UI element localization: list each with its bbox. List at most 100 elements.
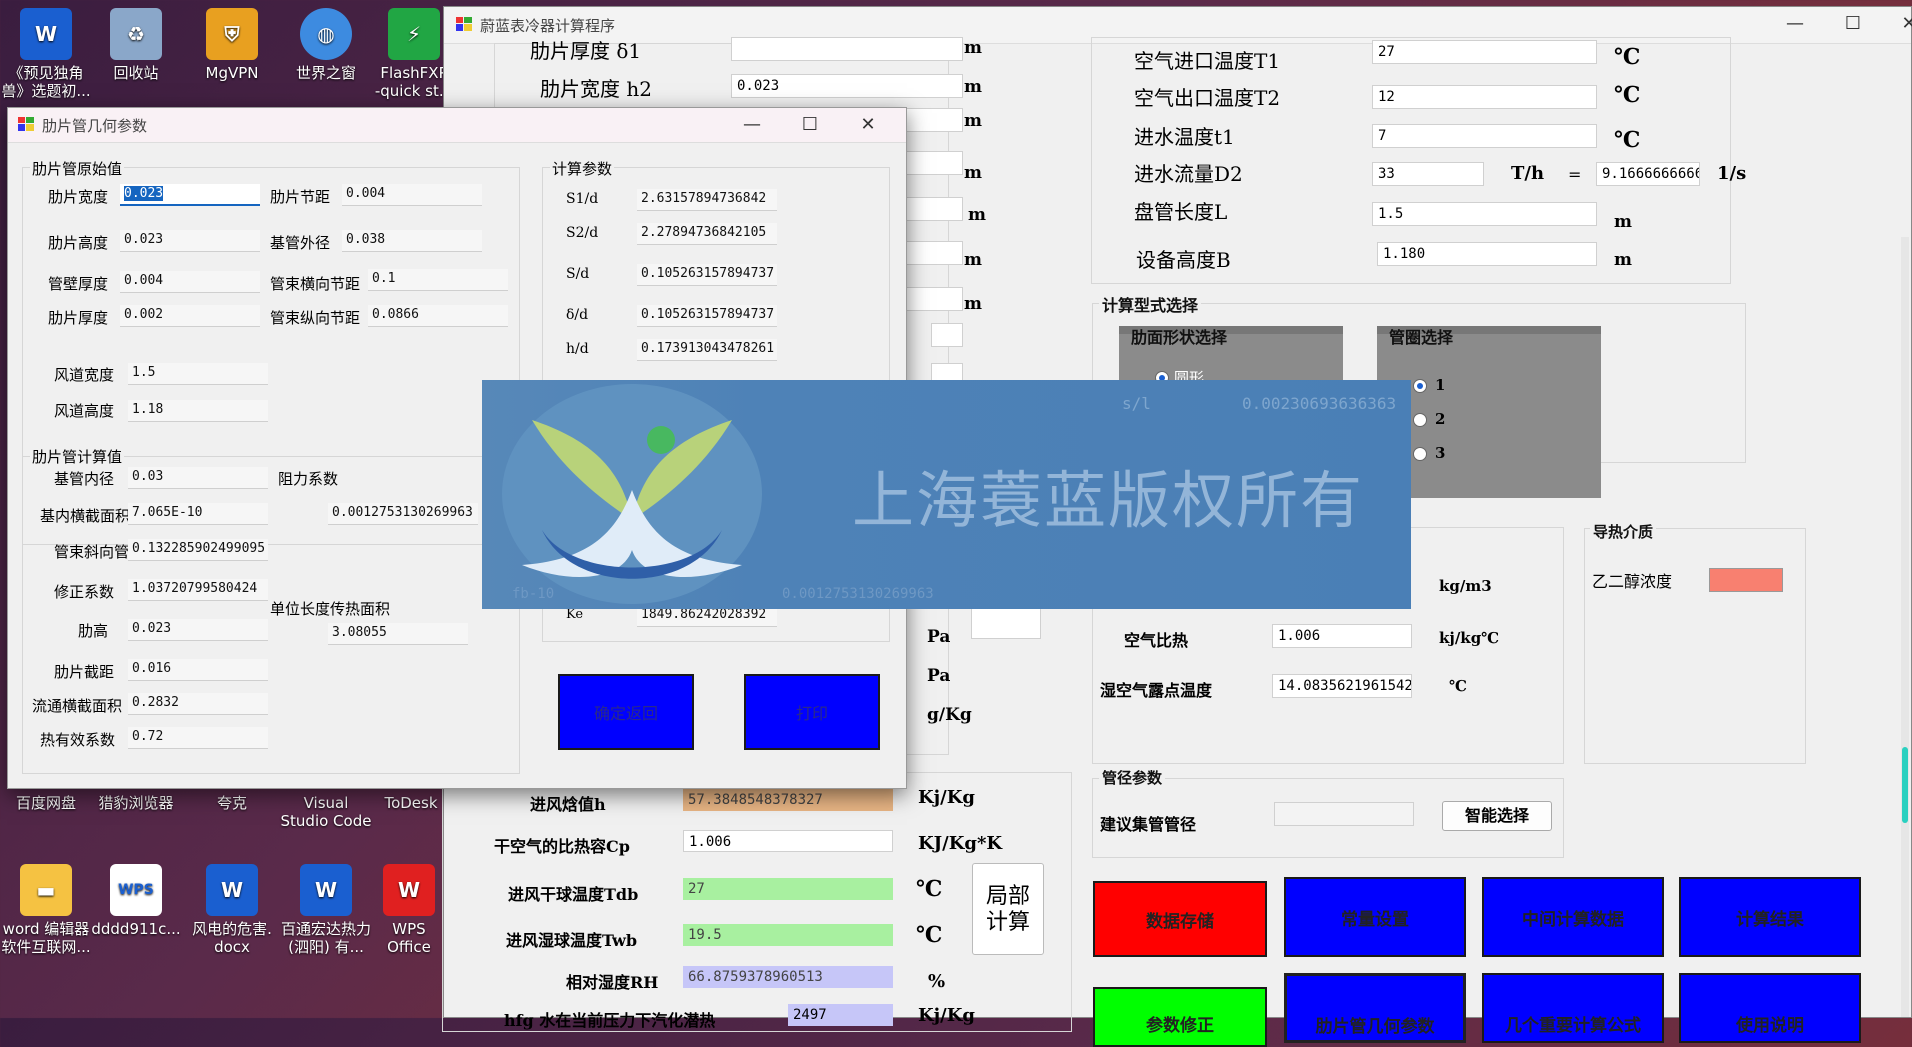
calc-label: 热有效系数 xyxy=(40,731,116,749)
calc-result-button[interactable]: 计算结果 xyxy=(1679,877,1861,957)
company-logo xyxy=(502,384,762,604)
orig-field[interactable]: 1.18 xyxy=(128,400,268,422)
orig-field[interactable]: 1.5 xyxy=(128,363,268,385)
orig-field[interactable]: 0.004 xyxy=(120,271,260,293)
air-specific-heat-field[interactable]: 1.006 xyxy=(1272,624,1412,648)
instructions-button[interactable]: 使用说明 xyxy=(1679,973,1861,1043)
dialog-minimize-button[interactable]: — xyxy=(732,112,772,138)
close-button[interactable]: ✕ xyxy=(1889,11,1912,37)
desktop-icon-label: 猎豹浏览器 xyxy=(98,794,174,812)
param-field[interactable] xyxy=(931,323,963,347)
desktop-icon[interactable]: W 百通宏达热力 (泗阳) 有... xyxy=(276,864,376,956)
twb-label: 进风湿球温度Twb xyxy=(506,931,638,950)
tdb-label: 进风干球温度Tdb xyxy=(508,885,639,904)
desktop-icon-label: 百度网盘 xyxy=(15,794,76,812)
glycol-color-swatch[interactable] xyxy=(1709,568,1783,592)
resist-field[interactable]: 0.0012753130269963 xyxy=(328,503,478,525)
glycol-label: 乙二醇浓度 xyxy=(1592,572,1673,591)
desktop-icon[interactable]: WPS dddd911c... xyxy=(90,864,182,938)
param-field[interactable]: 0.173913043478261 xyxy=(637,339,777,361)
param-field[interactable]: 33 xyxy=(1372,162,1484,186)
param-field[interactable]: 2.27894736842105 xyxy=(637,223,777,245)
param-field[interactable]: 0.105263157894737 xyxy=(637,305,777,327)
fin-width-field[interactable]: 0.023 xyxy=(120,184,260,206)
desktop-icon[interactable]: ⛨ MgVPN xyxy=(186,8,278,82)
formulas-button[interactable]: 几个重要计算公式 xyxy=(1482,973,1664,1043)
param-field[interactable]: 2.63157894736842 xyxy=(637,189,777,211)
param-field[interactable]: 27 xyxy=(1372,40,1597,64)
rh-unit: % xyxy=(928,971,946,992)
param-field[interactable]: 1.180 xyxy=(1377,242,1597,266)
desktop-icon[interactable]: W WPS Office xyxy=(376,864,442,956)
unit-area-field[interactable]: 3.08055 xyxy=(328,623,468,645)
tdb-field[interactable]: 27 xyxy=(683,878,893,900)
orig-field[interactable]: 0.004 xyxy=(342,184,482,206)
calc-field[interactable]: 0.72 xyxy=(128,727,268,749)
loop-radio-3[interactable] xyxy=(1413,447,1427,461)
loop-radio-2[interactable] xyxy=(1413,413,1427,427)
param-correct-button[interactable]: 参数修正 xyxy=(1093,987,1267,1047)
param-unit: m xyxy=(964,77,982,97)
calc-field[interactable]: 0.132285902499095 xyxy=(128,539,268,561)
param-field[interactable]: 7 xyxy=(1372,124,1597,148)
vpn-icon: ⛨ xyxy=(206,8,258,60)
param-label: Ke xyxy=(566,607,584,622)
scrollbar-thumb[interactable] xyxy=(1902,747,1908,823)
desktop-icon[interactable]: W 风电的危害. docx xyxy=(186,864,278,956)
hfg-field[interactable]: 2497 xyxy=(788,1004,893,1026)
orig-group-title: 肋片管原始值 xyxy=(30,158,125,179)
calc-field[interactable]: 0.03 xyxy=(128,467,268,489)
rh-field[interactable]: 66.8759378960513 xyxy=(683,966,893,988)
constants-button[interactable]: 常量设置 xyxy=(1284,877,1466,957)
intermediate-data-button[interactable]: 中间计算数据 xyxy=(1482,877,1664,957)
desktop-icon[interactable]: W 《预见独角 兽》选题初... xyxy=(0,8,92,100)
desktop-icon-label: MgVPN xyxy=(205,64,259,82)
desktop-icon-label: 夸克 xyxy=(216,794,247,812)
dialog-close-button[interactable]: ✕ xyxy=(848,112,888,138)
fin-geometry-button[interactable]: 肋片管几何参数 xyxy=(1284,973,1466,1043)
orig-field[interactable]: 0.0866 xyxy=(368,305,508,327)
smart-select-button[interactable]: 智能选择 xyxy=(1442,801,1552,831)
twb-field[interactable]: 19.5 xyxy=(683,924,893,946)
calc-field[interactable]: 7.065E-10 xyxy=(128,503,268,525)
orig-field[interactable]: 0.038 xyxy=(342,230,482,252)
orig-field[interactable]: 0.002 xyxy=(120,305,260,327)
param-field[interactable] xyxy=(731,37,963,61)
desktop-icon[interactable]: ♻ 回收站 xyxy=(90,8,182,82)
param-label: 进水温度t1 xyxy=(1134,125,1235,149)
data-store-button[interactable]: 数据存储 xyxy=(1093,881,1267,957)
maximize-button[interactable]: ☐ xyxy=(1833,11,1873,37)
minimize-button[interactable]: — xyxy=(1775,11,1815,37)
density-unit: kg/m3 xyxy=(1439,577,1492,595)
vertical-scrollbar[interactable] xyxy=(1901,237,1909,1017)
loop-radio-1[interactable] xyxy=(1413,379,1427,393)
dew-point-field[interactable]: 14.0835621961542 xyxy=(1272,674,1412,698)
wps-doc-icon: WPS xyxy=(110,864,162,916)
copyright-watermark: s/l 0.00230693636363 fb-10 0.00127531302… xyxy=(482,380,1411,609)
param-field[interactable]: 0.105263157894737 xyxy=(637,264,777,286)
param-label: 空气出口温度T2 xyxy=(1134,86,1281,110)
desktop-icon[interactable]: ▬ word 编辑器 软件互联网... xyxy=(0,864,92,956)
calc-field[interactable]: 1.03720799580424 xyxy=(128,579,268,601)
local-calc-button[interactable]: 局部 计算 xyxy=(972,863,1044,955)
loop-option-2: 2 xyxy=(1435,410,1446,428)
confirm-return-button[interactable]: 确定返回 xyxy=(558,674,694,750)
cp-field[interactable]: 1.006 xyxy=(683,830,893,852)
orig-field[interactable]: 0.1 xyxy=(368,269,508,291)
param-field[interactable]: 1.5 xyxy=(1372,202,1597,226)
calc-field[interactable]: 0.023 xyxy=(128,619,268,641)
enthalpy-field[interactable]: 57.3848548378327 xyxy=(683,789,893,811)
dialog-maximize-button[interactable]: ☐ xyxy=(790,112,830,138)
print-button[interactable]: 打印 xyxy=(744,674,880,750)
param-field[interactable]: 12 xyxy=(1372,85,1597,109)
cp-label: 干空气的比热容Cp xyxy=(494,837,630,856)
calc-field[interactable]: 0.016 xyxy=(128,659,268,681)
desktop-icon-label: dddd911c... xyxy=(91,920,181,938)
calc-field[interactable]: 0.2832 xyxy=(128,693,268,715)
orig-field[interactable]: 0.023 xyxy=(120,230,260,252)
desktop-icon[interactable]: ◍ 世界之窗 xyxy=(280,8,372,82)
suggest-pipe-field[interactable] xyxy=(1274,802,1414,826)
param-field[interactable]: 0.023 xyxy=(731,74,963,98)
word-doc-icon: W xyxy=(300,864,352,916)
param-field[interactable]: 9.16666666666 xyxy=(1596,162,1700,186)
